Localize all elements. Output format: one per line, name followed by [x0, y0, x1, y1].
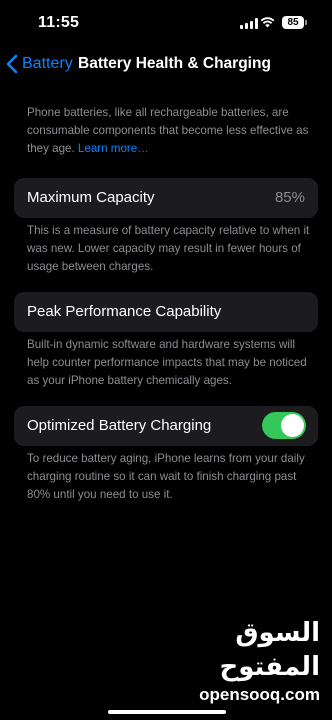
battery-icon: 85	[282, 16, 307, 29]
back-button-label: Battery	[22, 55, 73, 72]
home-indicator[interactable]	[108, 710, 226, 714]
maximum-capacity-label: Maximum Capacity	[27, 189, 155, 206]
page-title: Battery Health & Charging	[78, 55, 271, 72]
peak-performance-row[interactable]: Peak Performance Capability	[14, 292, 318, 332]
learn-more-link[interactable]: Learn more…	[78, 142, 149, 155]
maximum-capacity-footer: This is a measure of battery capacity re…	[27, 224, 310, 273]
watermark-latin-text: opensooq.com	[199, 685, 320, 704]
peak-performance-footer: Built-in dynamic software and hardware s…	[27, 338, 307, 387]
optimized-charging-row: Optimized Battery Charging	[14, 406, 318, 446]
back-button[interactable]: Battery	[6, 54, 73, 74]
intro-description: Phone batteries, like all rechargeable b…	[27, 104, 317, 158]
optimized-charging-footer: To reduce battery aging, iPhone learns f…	[27, 452, 305, 501]
maximum-capacity-row: Maximum Capacity 85%	[14, 178, 318, 218]
chevron-left-icon	[6, 54, 18, 74]
opensooq-watermark: السوق المفتوح opensooq.com	[160, 616, 320, 706]
peak-performance-label: Peak Performance Capability	[27, 303, 222, 320]
optimized-charging-label: Optimized Battery Charging	[27, 417, 212, 434]
optimized-charging-toggle[interactable]	[262, 412, 306, 439]
wifi-icon	[260, 17, 275, 28]
status-time: 11:55	[38, 14, 80, 31]
maximum-capacity-value: 85%	[274, 189, 305, 206]
cellular-signal-icon	[240, 18, 258, 29]
status-bar: 11:55 85	[0, 0, 332, 48]
toggle-knob	[281, 414, 304, 437]
navigation-bar: Battery Battery Health & Charging	[0, 48, 332, 82]
watermark-arabic-text: السوق المفتوح	[219, 618, 320, 682]
intro-text: Phone batteries, like all rechargeable b…	[27, 106, 309, 155]
